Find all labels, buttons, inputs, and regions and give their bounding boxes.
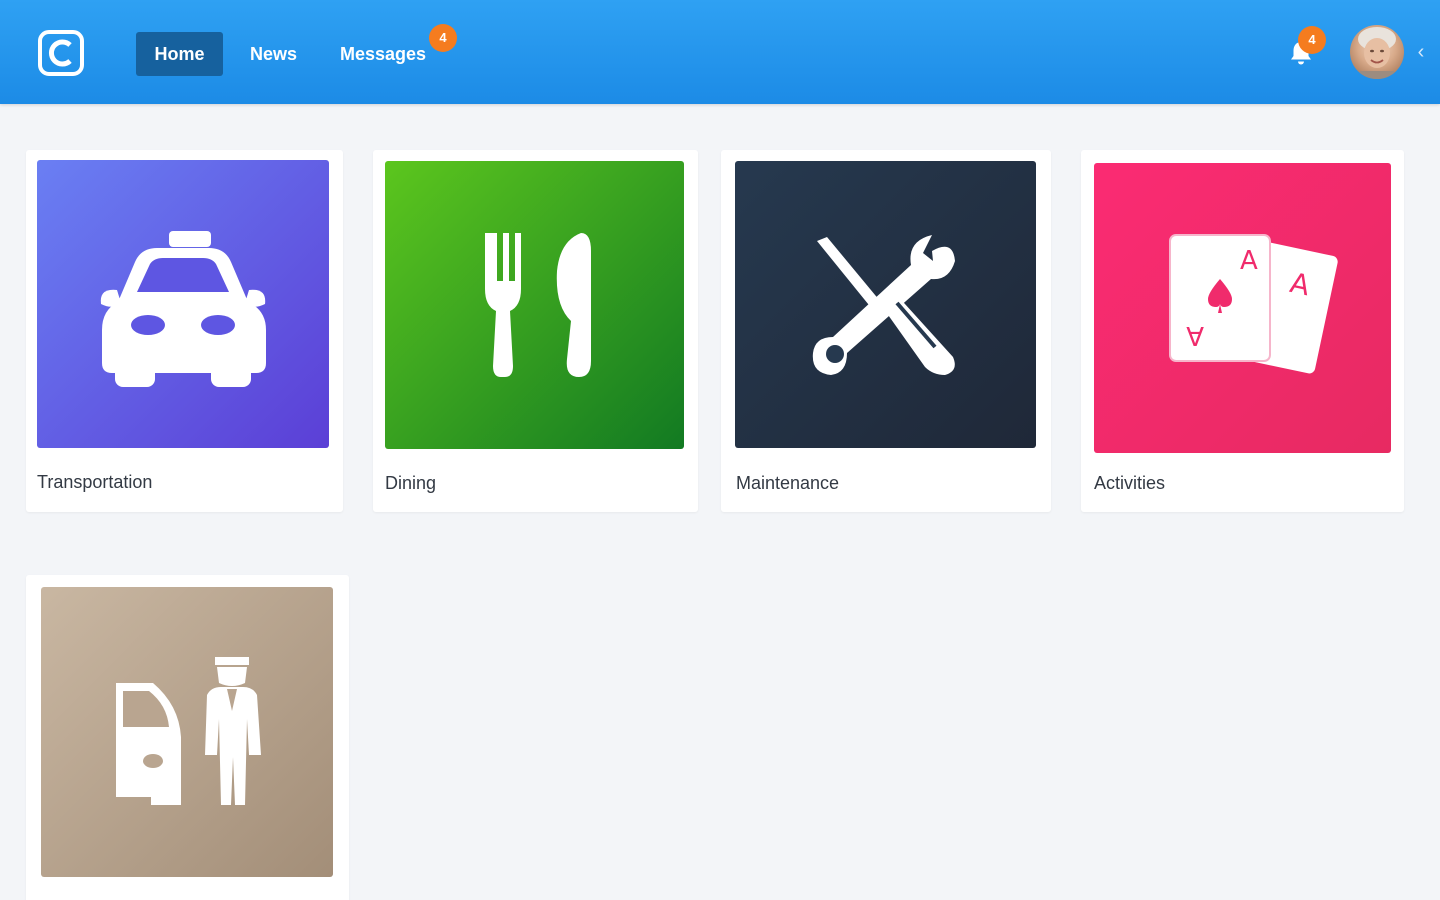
card-activities[interactable]: A A A Activities	[1081, 150, 1404, 512]
user-avatar[interactable]	[1350, 25, 1404, 79]
chevron-left-icon[interactable]: ‹	[1414, 40, 1428, 64]
card-maintenance[interactable]: Maintenance	[721, 150, 1051, 512]
nav-news[interactable]: News	[234, 32, 313, 76]
card-label: Maintenance	[736, 473, 840, 493]
card-label: Activities	[1094, 473, 1166, 493]
fork-knife-icon	[485, 233, 591, 377]
taxi-icon	[100, 231, 266, 387]
card-valet[interactable]	[26, 575, 349, 900]
activities-tile: A A A	[1094, 163, 1391, 453]
playing-cards-icon: A A A	[1169, 234, 1338, 374]
top-navigation-bar: Home News Messages 4 4 ‹	[0, 0, 1440, 104]
valet-icon	[116, 657, 261, 805]
nav-home[interactable]: Home	[136, 32, 223, 76]
card-label: Transportation	[37, 472, 153, 492]
card-transportation[interactable]: Transportation	[26, 150, 343, 512]
app-logo-icon[interactable]	[38, 30, 84, 76]
messages-badge: 4	[429, 24, 457, 52]
card-label: Dining	[385, 473, 437, 493]
dining-tile	[385, 161, 684, 449]
tools-icon	[812, 235, 955, 375]
maintenance-tile	[735, 161, 1036, 448]
card-dining[interactable]: Dining	[373, 150, 698, 512]
svg-text:A: A	[1240, 246, 1258, 276]
svg-text:A: A	[1186, 320, 1204, 350]
valet-tile	[41, 587, 333, 877]
nav-messages[interactable]: Messages	[324, 32, 442, 76]
notifications-badge: 4	[1298, 26, 1326, 54]
taxi-tile	[37, 160, 329, 448]
